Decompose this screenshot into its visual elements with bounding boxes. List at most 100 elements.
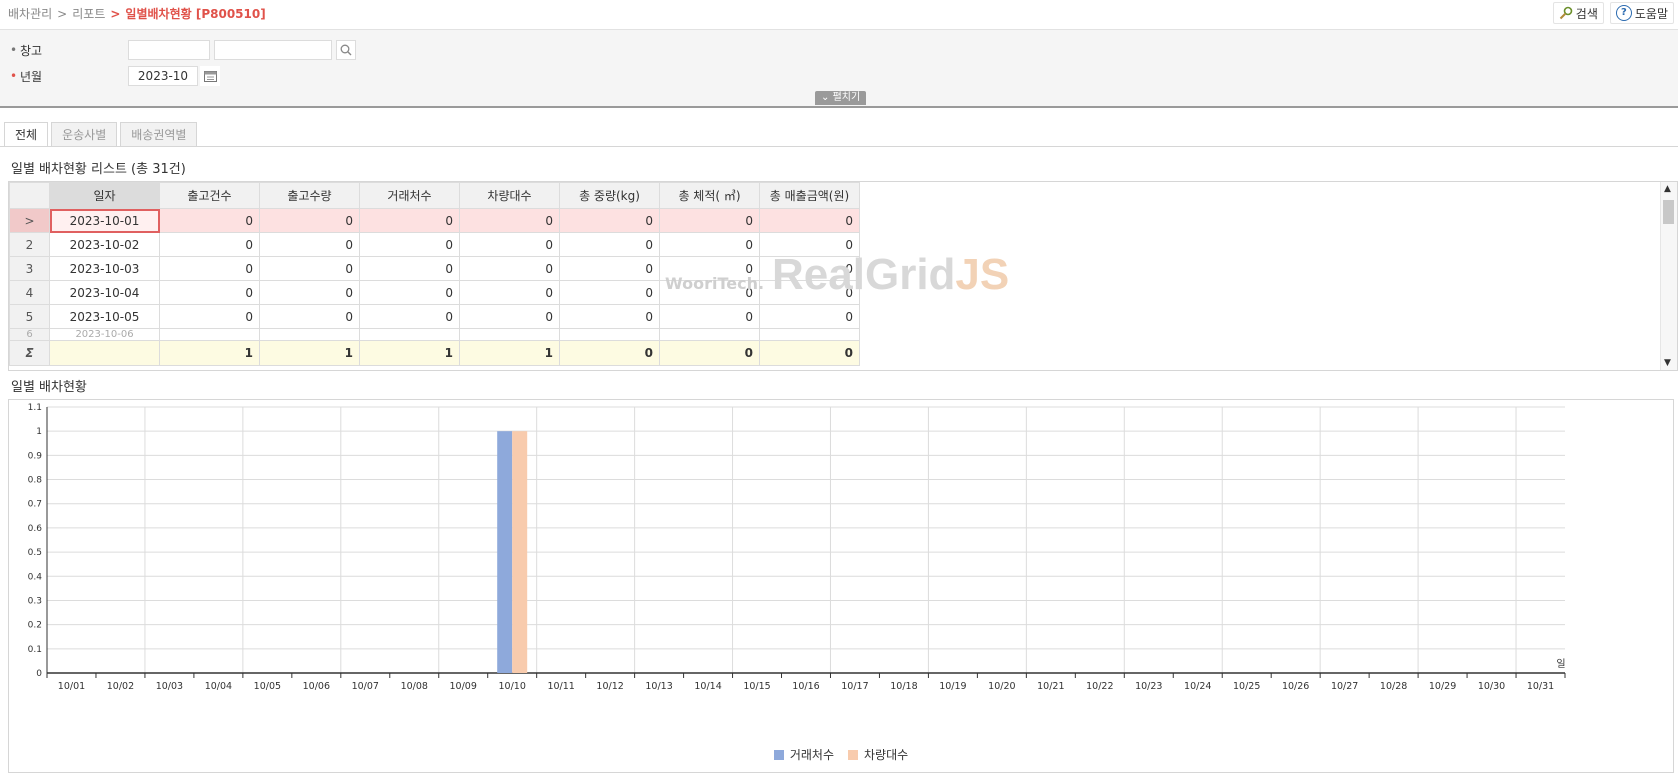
- column-header-total-sales[interactable]: 총 매출금액(원): [759, 182, 860, 209]
- cell-value[interactable]: 0: [359, 208, 460, 233]
- tab-by-region[interactable]: 배송권역별: [120, 122, 198, 146]
- tab-by-carrier[interactable]: 운송사별: [51, 122, 118, 146]
- table-row[interactable]: >2023-10-01 0 0 0 0 0 0 0: [9, 208, 860, 233]
- grid-vertical-scrollbar[interactable]: ▲ ▼: [1660, 182, 1677, 370]
- cell-date[interactable]: 2023-10-01: [49, 208, 160, 233]
- daily-dispatch-grid[interactable]: 일자 출고건수 출고수량 거래처수 차량대수 총 중량(kg) 총 체적( ㎥)…: [8, 181, 1678, 371]
- cell-value[interactable]: [659, 328, 760, 341]
- cell-value[interactable]: 0: [459, 208, 560, 233]
- legend-item[interactable]: 차량대수: [848, 746, 908, 763]
- cell-value[interactable]: 0: [359, 256, 460, 281]
- y-tick-label: 0.9: [28, 451, 43, 461]
- cell-value[interactable]: 0: [559, 256, 660, 281]
- table-row-partial[interactable]: 6 2023-10-06: [9, 328, 860, 341]
- cell-value[interactable]: 0: [559, 304, 660, 329]
- cell-value[interactable]: 0: [159, 256, 260, 281]
- x-tick-label: 10/31: [1527, 681, 1554, 692]
- row-indicator[interactable]: 4: [9, 280, 50, 305]
- cell-value[interactable]: 0: [559, 232, 660, 257]
- x-tick-label: 10/25: [1233, 681, 1260, 692]
- cell-value[interactable]: 0: [659, 304, 760, 329]
- scroll-down-icon[interactable]: ▼: [1664, 358, 1671, 368]
- cell-date[interactable]: 2023-10-06: [49, 328, 160, 341]
- x-tick-label: 10/22: [1086, 681, 1113, 692]
- cell-value[interactable]: 0: [159, 232, 260, 257]
- cell-date[interactable]: 2023-10-05: [49, 304, 160, 329]
- cell-value[interactable]: 0: [459, 232, 560, 257]
- cell-date[interactable]: 2023-10-02: [49, 232, 160, 257]
- column-header-total-weight[interactable]: 총 중량(kg): [559, 182, 660, 209]
- legend-label: 거래처수: [789, 748, 834, 762]
- cell-value[interactable]: 0: [459, 280, 560, 305]
- cell-value[interactable]: 0: [759, 208, 860, 233]
- cell-value[interactable]: 0: [559, 280, 660, 305]
- cell-value[interactable]: [359, 328, 460, 341]
- cell-value[interactable]: 0: [259, 304, 360, 329]
- cell-value[interactable]: [759, 328, 860, 341]
- cell-value[interactable]: 0: [759, 304, 860, 329]
- column-header-ship-qty[interactable]: 출고수량: [259, 182, 360, 209]
- cell-value[interactable]: [559, 328, 660, 341]
- column-header-date[interactable]: 일자: [49, 182, 160, 209]
- cell-value[interactable]: 0: [159, 304, 260, 329]
- breadcrumb-item-dispatch[interactable]: 배차관리: [8, 7, 52, 21]
- column-header-total-volume[interactable]: 총 체적( ㎥): [659, 182, 760, 209]
- cell-value[interactable]: 0: [759, 232, 860, 257]
- column-header-vehicle-count[interactable]: 차량대수: [459, 182, 560, 209]
- warehouse-code-input[interactable]: [128, 40, 210, 60]
- legend-item[interactable]: 거래처수: [773, 746, 834, 763]
- cell-value[interactable]: 0: [659, 256, 760, 281]
- calendar-button[interactable]: [200, 66, 220, 86]
- row-indicator[interactable]: 6: [9, 328, 50, 341]
- x-tick-label: 10/06: [303, 681, 330, 692]
- cell-value[interactable]: 0: [459, 304, 560, 329]
- scroll-thumb[interactable]: [1663, 200, 1674, 224]
- cell-value[interactable]: 0: [559, 208, 660, 233]
- expand-toggle-button[interactable]: ⌄ 펼치기: [815, 91, 867, 105]
- cell-value[interactable]: 0: [259, 208, 360, 233]
- bar-clients: [497, 431, 513, 673]
- warehouse-name-input[interactable]: [214, 40, 332, 60]
- cell-value[interactable]: 0: [259, 256, 360, 281]
- y-tick-label: 0: [36, 669, 42, 679]
- cell-date[interactable]: 2023-10-04: [49, 280, 160, 305]
- row-indicator[interactable]: >: [9, 208, 50, 233]
- breadcrumb-item-report[interactable]: 리포트: [72, 7, 105, 21]
- cell-value[interactable]: 0: [159, 280, 260, 305]
- table-row[interactable]: 4 2023-10-04 0 0 0 0 0 0 0: [9, 280, 860, 305]
- cell-value[interactable]: 0: [259, 280, 360, 305]
- search-button-label: 검색: [1575, 6, 1598, 21]
- table-row[interactable]: 3 2023-10-03 0 0 0 0 0 0 0: [9, 256, 860, 281]
- cell-value[interactable]: 0: [659, 232, 760, 257]
- column-header-ship-count[interactable]: 출고건수: [159, 182, 260, 209]
- column-header-client-count[interactable]: 거래처수: [359, 182, 460, 209]
- cell-date[interactable]: 2023-10-03: [49, 256, 160, 281]
- cell-value[interactable]: 0: [659, 208, 760, 233]
- cell-value[interactable]: [259, 328, 360, 341]
- table-row[interactable]: 2 2023-10-02 0 0 0 0 0 0 0: [9, 232, 860, 257]
- search-button[interactable]: 검색: [1552, 2, 1604, 24]
- tab-all[interactable]: 전체: [4, 122, 49, 146]
- cell-value[interactable]: [159, 328, 260, 341]
- cell-value[interactable]: [459, 328, 560, 341]
- cell-value[interactable]: 0: [259, 232, 360, 257]
- warehouse-label: 창고: [20, 43, 43, 58]
- cell-value[interactable]: 0: [459, 256, 560, 281]
- row-indicator[interactable]: 3: [9, 256, 50, 281]
- cell-value[interactable]: 0: [659, 280, 760, 305]
- warehouse-search-button[interactable]: [336, 40, 356, 60]
- cell-value[interactable]: 0: [359, 280, 460, 305]
- yearmonth-input[interactable]: [128, 66, 198, 86]
- scroll-up-icon[interactable]: ▲: [1664, 184, 1671, 194]
- cell-value[interactable]: 0: [159, 208, 260, 233]
- cell-value[interactable]: 0: [359, 232, 460, 257]
- x-tick-label: 10/24: [1184, 681, 1211, 692]
- list-title: 일별 배차현황 리스트 (총 31건): [11, 162, 186, 177]
- cell-value[interactable]: 0: [759, 256, 860, 281]
- cell-value[interactable]: 0: [359, 304, 460, 329]
- row-indicator[interactable]: 2: [9, 232, 50, 257]
- table-row[interactable]: 5 2023-10-05 0 0 0 0 0 0 0: [9, 304, 860, 329]
- cell-value[interactable]: 0: [759, 280, 860, 305]
- help-button[interactable]: ? 도움말: [1609, 2, 1674, 24]
- row-indicator[interactable]: 5: [9, 304, 50, 329]
